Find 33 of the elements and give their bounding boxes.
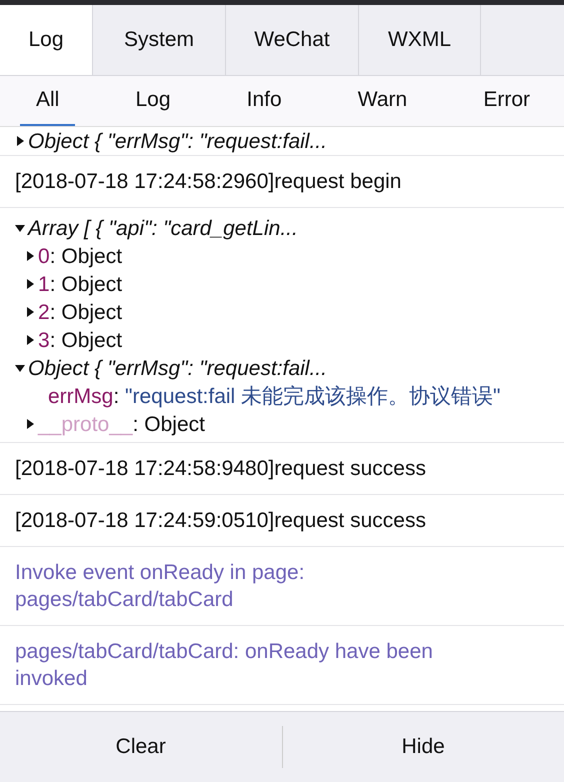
log-message: Invoke event onReady in page: pages/tabCard/tabCard <box>15 560 306 613</box>
object-summary[interactable]: Object { "errMsg": "request:fail... <box>28 128 327 154</box>
property-line: 1: Object <box>38 272 122 298</box>
log-message: [2018-07-18 17:24:58:2960]request begin <box>15 169 402 195</box>
filter-tab[interactable]: Log <box>119 76 187 126</box>
property-line: 0: Object <box>38 244 122 270</box>
property-line: errMsg: "request:fail 未能完成该操作。协议错误" <box>48 384 500 410</box>
property-line: 3: Object <box>38 328 122 354</box>
filter-tab[interactable]: Warn <box>342 76 424 126</box>
filter-tab[interactable]: All <box>20 76 76 126</box>
property-line: 2: Object <box>38 300 122 326</box>
filter-tab[interactable]: Error <box>467 76 546 126</box>
footer-button[interactable]: Hide <box>282 726 564 768</box>
caret-right-icon[interactable] <box>15 136 25 146</box>
filter-tab[interactable]: Info <box>230 76 298 126</box>
object-summary[interactable]: Array [ { "api": "card_getLin... <box>28 214 298 242</box>
caret-right-icon[interactable] <box>25 279 35 289</box>
tab[interactable]: System <box>93 5 226 75</box>
caret-right-icon[interactable] <box>25 335 35 345</box>
caret-right-icon[interactable] <box>25 251 35 261</box>
tab[interactable]: Log <box>0 5 93 75</box>
property-line: __proto__: Object <box>38 412 205 438</box>
log-message: pages/tabCard/tabCard: onReady have been invoked <box>15 639 434 692</box>
tab[interactable]: WeChat <box>226 5 359 75</box>
caret-down-icon[interactable] <box>15 223 25 233</box>
footer-button[interactable]: Clear <box>0 726 282 768</box>
caret-right-icon[interactable] <box>25 307 35 317</box>
log-message: [2018-07-18 17:24:59:0510]request success <box>15 508 427 534</box>
log-message: [2018-07-18 17:24:58:9480]request success <box>15 456 427 482</box>
tab[interactable]: WXML <box>359 5 481 75</box>
object-summary[interactable]: Object { "errMsg": "request:fail... <box>28 354 327 382</box>
caret-right-icon[interactable] <box>25 419 35 429</box>
caret-down-icon[interactable] <box>15 363 25 373</box>
